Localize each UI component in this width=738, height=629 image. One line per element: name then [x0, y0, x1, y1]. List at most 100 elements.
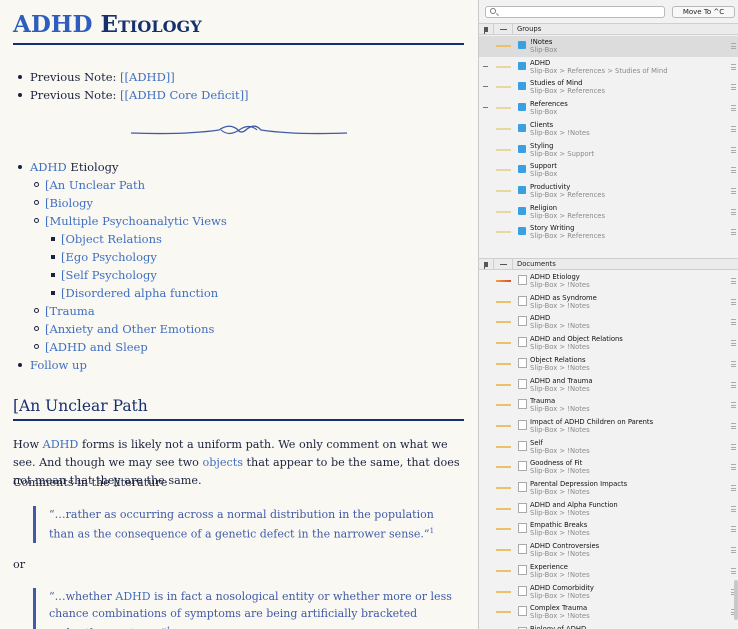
document-row[interactable]: Object Relations Slip-Box > !Notes	[479, 354, 738, 375]
drag-handle-icon[interactable]	[731, 43, 736, 49]
drag-handle-icon[interactable]	[731, 526, 736, 533]
row-name: !Notes	[530, 38, 553, 46]
collapse-icon[interactable]	[483, 86, 488, 88]
document-row[interactable]: ADHD and Trauma Slip-Box > !Notes	[479, 375, 738, 396]
previous-note-link[interactable]: [[ADHD]]	[120, 70, 175, 84]
document-row[interactable]: Trauma Slip-Box > !Notes	[479, 395, 738, 416]
groups-header-label[interactable]: Groups	[517, 24, 541, 35]
toc-item[interactable]: [Trauma	[30, 302, 227, 320]
group-row[interactable]: Support Slip-Box	[479, 160, 738, 181]
row-name: Styling	[530, 141, 554, 150]
group-rating-bar	[496, 127, 511, 130]
title-link[interactable]: ADHD	[13, 11, 92, 38]
row-path: Slip-Box > References	[530, 211, 606, 220]
toc-follow-up[interactable]: Follow up	[18, 356, 227, 374]
group-row[interactable]: Productivity Slip-Box > References	[479, 181, 738, 202]
drag-handle-icon[interactable]	[731, 464, 736, 471]
document-icon	[518, 502, 527, 513]
drag-handle-icon[interactable]	[731, 84, 736, 91]
adhd-link[interactable]: ADHD	[115, 590, 150, 603]
drag-handle-icon[interactable]	[731, 422, 736, 429]
document-row[interactable]: Impact of ADHD Children on Parents Slip-B…	[479, 416, 738, 437]
toc-item[interactable]: [An Unclear Path	[30, 176, 227, 194]
drag-handle-icon[interactable]	[731, 505, 736, 512]
collapse-icon[interactable]	[483, 65, 488, 67]
group-row[interactable]: ADHD Slip-Box > References > Studies of M…	[479, 57, 738, 78]
search-input[interactable]	[485, 6, 665, 18]
toc-root: ADHD Etiology	[18, 158, 227, 176]
row-name: ADHD and Trauma	[530, 376, 593, 385]
group-rating-bar	[496, 107, 511, 110]
toc-item[interactable]: [ADHD and Sleep	[30, 338, 227, 356]
row-name: ADHD Etiology	[530, 273, 580, 281]
group-row[interactable]: Story Writing Slip-Box > References	[479, 222, 738, 243]
footnote-link[interactable]: 1	[430, 527, 434, 535]
drag-handle-icon[interactable]	[731, 485, 736, 491]
document-row[interactable]: Parental Depression Impacts Slip-Box > !N…	[479, 478, 738, 499]
label-icon[interactable]	[500, 29, 507, 30]
drag-handle-icon[interactable]	[731, 298, 736, 305]
document-icon	[518, 337, 527, 348]
documents-header-label[interactable]: Documents	[517, 259, 556, 270]
toc-subitem[interactable]: [Disordered alpha function	[30, 284, 227, 302]
move-to-button[interactable]: Move To ^C	[672, 6, 735, 18]
toc-item[interactable]: [Anxiety and Other Emotions	[30, 320, 227, 338]
document-row[interactable]: ADHD Slip-Box > !Notes	[479, 312, 738, 333]
row-path: Slip-Box > !Notes	[530, 488, 590, 496]
drag-handle-icon[interactable]	[731, 319, 736, 326]
drag-handle-icon[interactable]	[731, 229, 736, 236]
group-row[interactable]: References Slip-Box	[479, 98, 738, 119]
document-row[interactable]: ADHD Controversies Slip-Box > !Notes	[479, 540, 738, 561]
drag-handle-icon[interactable]	[731, 125, 736, 132]
drag-handle-icon[interactable]	[731, 340, 736, 347]
adhd-link[interactable]: ADHD	[43, 438, 79, 451]
group-row[interactable]: Studies of Mind Slip-Box > References	[479, 77, 738, 98]
document-row[interactable]: ADHD Etiology Slip-Box > !Notes	[479, 271, 738, 292]
drag-handle-icon[interactable]	[731, 208, 736, 215]
row-path: Slip-Box > !Notes	[530, 322, 590, 331]
drag-handle-icon[interactable]	[731, 443, 736, 450]
drag-handle-icon[interactable]	[731, 402, 736, 409]
previous-note-link[interactable]: [[ADHD Core Deficit]]	[120, 88, 249, 102]
group-rating-bar	[496, 231, 511, 234]
document-row[interactable]: ADHD Comorbidity Slip-Box > !Notes	[479, 582, 738, 603]
scrollbar[interactable]	[734, 580, 738, 620]
row-name: ADHD	[530, 58, 551, 67]
document-row[interactable]: Biology of ADHD	[479, 623, 738, 629]
toc-root-link[interactable]: ADHD	[30, 160, 67, 174]
label-icon[interactable]	[500, 264, 507, 265]
drag-handle-icon[interactable]	[731, 63, 736, 70]
document-row[interactable]: Experience Slip-Box > !Notes	[479, 561, 738, 582]
drag-handle-icon[interactable]	[731, 381, 736, 388]
document-row[interactable]: ADHD and Alpha Function Slip-Box > !Notes	[479, 499, 738, 520]
toc-subitem[interactable]: [Object Relations	[30, 230, 227, 248]
drag-handle-icon[interactable]	[731, 146, 736, 153]
objects-link[interactable]: objects	[202, 456, 243, 469]
drag-handle-icon[interactable]	[731, 105, 736, 112]
drag-handle-icon[interactable]	[731, 187, 736, 194]
drag-handle-icon[interactable]	[731, 567, 736, 574]
document-row[interactable]: Goodness of Fit Slip-Box > !Notes	[479, 457, 738, 478]
collapse-icon[interactable]	[483, 107, 488, 109]
document-row[interactable]: Self Slip-Box > !Notes	[479, 437, 738, 458]
toc-subitem[interactable]: [Ego Psychology	[30, 248, 227, 266]
row-name: Parental Depression Impacts	[530, 480, 628, 488]
document-row[interactable]: Empathic Breaks Slip-Box > !Notes	[479, 519, 738, 540]
drag-handle-icon[interactable]	[731, 547, 736, 554]
row-path: Slip-Box > !Notes	[530, 384, 590, 393]
drag-handle-icon[interactable]	[731, 360, 736, 367]
group-row[interactable]: Religion Slip-Box > References	[479, 202, 738, 223]
folder-icon	[518, 185, 526, 194]
drag-handle-icon[interactable]	[731, 167, 736, 174]
toc-subitem[interactable]: [Self Psychology	[30, 266, 227, 284]
toc-item[interactable]: [Multiple Psychoanalytic Views	[30, 212, 227, 230]
drag-handle-icon[interactable]	[731, 278, 736, 284]
toc-item[interactable]: [Biology	[30, 194, 227, 212]
group-row[interactable]: !Notes Slip-Box	[479, 36, 738, 57]
document-row[interactable]: Complex Trauma Slip-Box > !Notes	[479, 602, 738, 623]
document-row[interactable]: ADHD as Syndrome Slip-Box > !Notes	[479, 292, 738, 313]
document-row[interactable]: ADHD and Object Relations Slip-Box > !Not…	[479, 333, 738, 354]
group-row[interactable]: Clients Slip-Box > !Notes	[479, 119, 738, 140]
group-row[interactable]: Styling Slip-Box > Support	[479, 140, 738, 161]
document-icon	[518, 419, 527, 430]
